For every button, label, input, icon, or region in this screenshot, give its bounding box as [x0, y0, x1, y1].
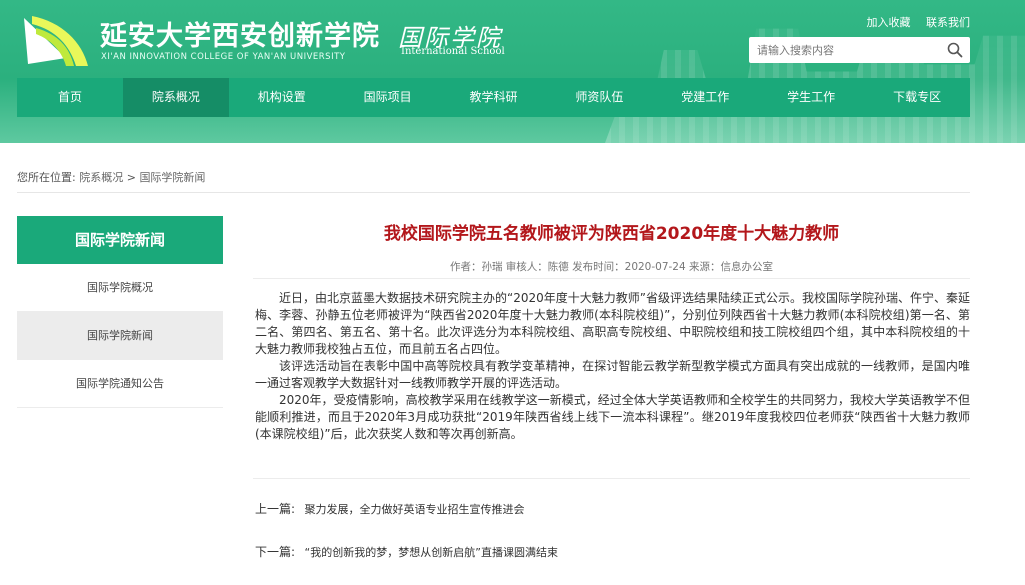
article-paragraph: 近日，由北京蓝墨大数据技术研究院主办的“2020年度十大魅力教师”省级评选结果陆… — [255, 291, 970, 356]
breadcrumb: 您所在位置: 院系概况 > 国际学院新闻 — [17, 169, 205, 185]
site-name-english: XI'AN INNOVATION COLLEGE OF YAN'AN UNIVE… — [101, 52, 346, 62]
nav-item-home[interactable]: 首页 — [17, 78, 123, 117]
top-links: 加入收藏 联系我们 — [855, 14, 971, 30]
breadcrumb-item-department-overview[interactable]: 院系概况 — [79, 171, 123, 184]
add-favorite-link[interactable]: 加入收藏 — [867, 16, 911, 29]
breadcrumb-separator: > — [126, 171, 136, 184]
next-article-label: 下一篇: — [255, 545, 296, 559]
nav-item-student-work[interactable]: 学生工作 — [758, 78, 864, 117]
search-box — [749, 37, 970, 63]
search-icon[interactable] — [946, 41, 964, 59]
nav-item-downloads[interactable]: 下载专区 — [864, 78, 970, 117]
breadcrumb-divider — [17, 192, 970, 193]
article-footer-divider — [253, 478, 970, 479]
nav-item-organization[interactable]: 机构设置 — [229, 78, 335, 117]
sidebar-item-overview[interactable]: 国际学院概况 — [17, 264, 223, 312]
site-header: 延安大学西安创新学院 XI'AN INNOVATION COLLEGE OF Y… — [0, 0, 1025, 143]
nav-item-party-work[interactable]: 党建工作 — [652, 78, 758, 117]
previous-article-link[interactable]: 聚力发展，全力做好英语专业招生宣传推进会 — [305, 503, 525, 516]
sidebar-item-news[interactable]: 国际学院新闻 — [17, 312, 223, 360]
nav-item-faculty[interactable]: 师资队伍 — [546, 78, 652, 117]
next-article-link[interactable]: “我的创新我的梦，梦想从创新启航”直播课圆满结束 — [305, 546, 558, 559]
breadcrumb-prefix: 您所在位置: — [17, 171, 76, 184]
article-title: 我校国际学院五名教师被评为陕西省2020年度十大魅力教师 — [383, 224, 840, 244]
breadcrumb-item-news[interactable]: 国际学院新闻 — [139, 171, 205, 184]
previous-article: 上一篇: 聚力发展，全力做好英语专业招生宣传推进会 — [255, 500, 525, 517]
school-logo-icon[interactable] — [22, 12, 94, 68]
next-article: 下一篇: “我的创新我的梦，梦想从创新启航”直播课圆满结束 — [255, 543, 558, 560]
article-paragraph: 该评选活动旨在表彰中国中高等院校具有教学变革精神，在探讨智能云教学新型教学模式方… — [255, 359, 970, 390]
contact-us-link[interactable]: 联系我们 — [926, 16, 970, 29]
nav-item-department-overview[interactable]: 院系概况 — [122, 78, 229, 117]
article-paragraph: 2020年，受疫情影响，高校教学采用在线教学这一新模式，经过全体大学英语教师和全… — [255, 393, 970, 441]
sidebar-item-notices[interactable]: 国际学院通知公告 — [17, 360, 223, 408]
search-input[interactable] — [749, 37, 939, 63]
nav-item-teaching-research[interactable]: 教学科研 — [441, 78, 547, 117]
previous-article-label: 上一篇: — [255, 502, 296, 516]
sidebar-heading: 国际学院新闻 — [17, 216, 223, 264]
article-body: 近日，由北京蓝墨大数据技术研究院主办的“2020年度十大魅力教师”省级评选结果陆… — [255, 290, 970, 443]
main-nav: 首页 院系概况 机构设置 国际项目 教学科研 师资队伍 党建工作 学生工作 下载… — [17, 78, 970, 117]
nav-item-international-projects[interactable]: 国际项目 — [335, 78, 441, 117]
article-meta: 作者：孙瑞 审核人：陈德 发布时间：2020-07-24 来源：信息办公室 — [449, 261, 774, 273]
article-divider — [253, 278, 970, 279]
school-name-english: International School — [401, 46, 505, 57]
site-name: 延安大学西安创新学院 — [100, 21, 380, 52]
